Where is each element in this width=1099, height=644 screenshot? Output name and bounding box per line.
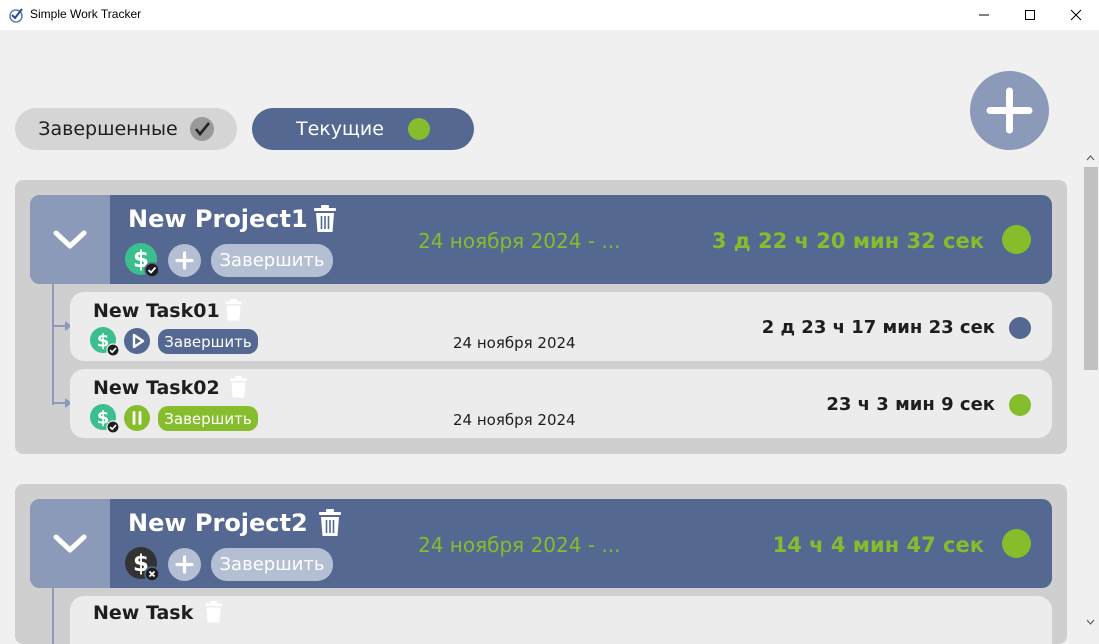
play-icon bbox=[132, 333, 145, 349]
tree-connector-arrow bbox=[52, 398, 72, 408]
task-elapsed-time: 2 д 23 ч 17 мин 23 сек bbox=[761, 317, 995, 338]
project-date-range: 24 ноября 2024 - ... bbox=[418, 229, 621, 253]
completed-filter-label: Завершенные bbox=[38, 118, 178, 140]
minimize-button[interactable] bbox=[961, 0, 1007, 30]
scrollbar-thumb[interactable] bbox=[1084, 167, 1098, 370]
scroll-down-icon bbox=[1086, 619, 1095, 625]
dollar-check-icon: $ bbox=[90, 404, 120, 434]
paid-toggle-button[interactable]: $ bbox=[90, 327, 120, 357]
project-card: New Project2 $ Завершить 24 ноября 2024 bbox=[15, 484, 1067, 644]
scroll-up-icon bbox=[1086, 155, 1095, 161]
plus-icon bbox=[986, 87, 1033, 134]
project-header: New Project2 $ Завершить 24 ноября 2024 bbox=[30, 499, 1052, 588]
tree-connector-line bbox=[52, 588, 54, 644]
paid-toggle-button[interactable]: $ bbox=[90, 404, 120, 434]
task-elapsed-time: 23 ч 3 мин 9 сек bbox=[826, 394, 995, 415]
project-status-indicator bbox=[1002, 529, 1031, 558]
project-name: New Project2 bbox=[128, 509, 308, 537]
finish-task-button[interactable]: Завершить bbox=[158, 329, 258, 354]
task-status-indicator bbox=[1009, 317, 1031, 339]
maximize-icon bbox=[1025, 10, 1035, 20]
project-date-range: 24 ноября 2024 - ... bbox=[418, 533, 621, 557]
task-name: New Task02 bbox=[93, 377, 220, 399]
plus-icon bbox=[175, 555, 194, 574]
checkmark-icon bbox=[189, 117, 214, 141]
task-date: 24 ноября 2024 bbox=[453, 334, 576, 352]
current-filter-button[interactable]: Текущие bbox=[252, 108, 474, 150]
project-header: New Project1 $ Завершить 24 ноября 2024 bbox=[30, 195, 1052, 284]
main-content: Завершенные Текущие New Project1 $ Завер… bbox=[0, 30, 1099, 644]
active-status-icon bbox=[407, 118, 430, 140]
tree-connector-line bbox=[52, 284, 54, 405]
trash-icon[interactable] bbox=[229, 376, 248, 398]
play-button[interactable] bbox=[124, 328, 150, 354]
trash-icon[interactable] bbox=[313, 205, 337, 233]
task-card: New Task bbox=[70, 596, 1052, 644]
trash-icon[interactable] bbox=[318, 509, 342, 537]
window-title: Simple Work Tracker bbox=[30, 7, 142, 21]
tree-connector-arrow bbox=[52, 321, 72, 331]
paid-toggle-button[interactable]: $ bbox=[125, 243, 160, 278]
trash-icon[interactable] bbox=[224, 299, 243, 321]
task-date: 24 ноября 2024 bbox=[453, 411, 576, 429]
finish-project-button[interactable]: Завершить bbox=[211, 244, 333, 277]
trash-icon[interactable] bbox=[204, 601, 223, 623]
completed-filter-button[interactable]: Завершенные bbox=[15, 108, 237, 150]
dollar-check-icon: $ bbox=[90, 327, 120, 357]
checkmark-app-icon bbox=[9, 8, 23, 23]
dollar-x-icon: $ bbox=[125, 547, 160, 582]
task-name: New Task01 bbox=[93, 300, 220, 322]
chevron-down-icon bbox=[53, 230, 87, 249]
project-elapsed-time: 3 д 22 ч 20 мин 32 сек bbox=[711, 229, 984, 253]
task-card: New Task01 $ Завершить 24 ноября 2024 2 … bbox=[70, 292, 1052, 361]
paid-toggle-button[interactable]: $ bbox=[125, 547, 160, 582]
task-card: New Task02 $ Завершить 24 ноября 2024 23… bbox=[70, 369, 1052, 438]
title-bar: Simple Work Tracker bbox=[0, 0, 1099, 30]
collapse-button[interactable] bbox=[30, 499, 110, 588]
project-status-indicator bbox=[1002, 225, 1031, 254]
collapse-button[interactable] bbox=[30, 195, 110, 284]
add-task-button[interactable] bbox=[168, 548, 201, 581]
project-card: New Project1 $ Завершить 24 ноября 2024 bbox=[15, 180, 1067, 454]
pause-button[interactable] bbox=[124, 405, 150, 431]
chevron-down-icon bbox=[53, 534, 87, 553]
task-status-indicator bbox=[1009, 394, 1031, 416]
add-project-button[interactable] bbox=[970, 71, 1049, 150]
pause-icon bbox=[132, 411, 142, 425]
project-elapsed-time: 14 ч 4 мин 47 сек bbox=[772, 533, 984, 557]
close-icon bbox=[1070, 9, 1082, 21]
minimize-icon bbox=[979, 14, 989, 16]
finish-project-button[interactable]: Завершить bbox=[211, 548, 333, 581]
project-name: New Project1 bbox=[128, 205, 308, 233]
task-name: New Task bbox=[93, 602, 194, 624]
finish-task-button[interactable]: Завершить bbox=[158, 406, 258, 431]
plus-icon bbox=[175, 251, 194, 270]
close-button[interactable] bbox=[1053, 0, 1099, 30]
maximize-button[interactable] bbox=[1007, 0, 1053, 30]
current-filter-label: Текущие bbox=[296, 118, 384, 140]
add-task-button[interactable] bbox=[168, 244, 201, 277]
dollar-check-icon: $ bbox=[125, 243, 160, 278]
